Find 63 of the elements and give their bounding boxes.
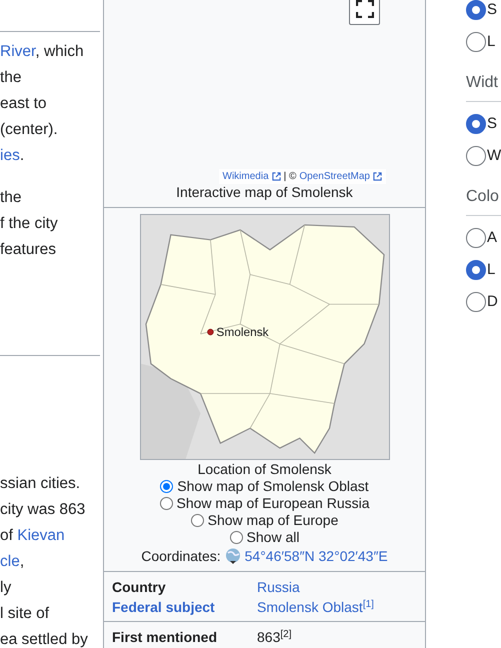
radio-button[interactable] bbox=[466, 114, 486, 134]
map-caption: Interactive map of Smolensk bbox=[175, 184, 354, 202]
radio-button[interactable] bbox=[466, 146, 486, 166]
text-line: features bbox=[0, 240, 58, 260]
article-link[interactable]: River bbox=[0, 43, 36, 60]
radio-button[interactable] bbox=[466, 292, 486, 312]
field-value-link[interactable]: Russia bbox=[257, 577, 300, 597]
map-label: Smolensk bbox=[216, 325, 268, 339]
text-line: f the city bbox=[0, 214, 59, 234]
fullscreen-icon bbox=[356, 0, 374, 18]
article-link[interactable]: cle bbox=[0, 553, 20, 570]
text-line: of Kievan bbox=[0, 526, 66, 546]
coordinates-label: Coordinates: bbox=[141, 547, 221, 566]
external-link-icon bbox=[373, 172, 382, 181]
map-caption: Location of Smolensk bbox=[196, 461, 332, 478]
text-line: ies. bbox=[0, 146, 26, 166]
text-line: ssian cities. bbox=[0, 474, 82, 494]
text-line: cle, bbox=[0, 552, 26, 572]
option-label[interactable]: A bbox=[487, 226, 498, 250]
option-label[interactable]: W bbox=[487, 144, 501, 168]
map-option[interactable]: Show all bbox=[104, 529, 425, 546]
field-label-link[interactable]: Federal subject bbox=[112, 597, 257, 617]
text-line: l site of bbox=[0, 604, 50, 624]
radio-button[interactable] bbox=[230, 531, 243, 544]
external-link-icon bbox=[272, 172, 281, 181]
text-line: ly bbox=[0, 578, 12, 598]
text-line: (center). bbox=[0, 120, 59, 140]
field-label: First mentioned bbox=[112, 628, 218, 647]
article-link[interactable]: Kievan bbox=[17, 527, 65, 544]
radio-button[interactable] bbox=[160, 497, 172, 510]
radio-button[interactable] bbox=[466, 228, 486, 248]
city-marker bbox=[206, 328, 214, 336]
map-option[interactable]: Show map of Europe bbox=[104, 512, 425, 529]
field-value-link[interactable]: Smolensk Oblast$^{[1]}$ bbox=[257, 597, 374, 617]
radio-button[interactable] bbox=[466, 260, 486, 280]
option-label[interactable]: L bbox=[487, 30, 496, 54]
text-line: ea settled by bbox=[0, 630, 89, 648]
text-line: the bbox=[0, 188, 23, 208]
map-option[interactable]: Show map of European Russia bbox=[104, 495, 425, 512]
radio-button[interactable] bbox=[190, 514, 204, 527]
text-line: the bbox=[0, 68, 23, 88]
section-heading: Widt bbox=[466, 68, 501, 102]
radio-button[interactable] bbox=[466, 0, 486, 20]
option-label[interactable]: D bbox=[487, 290, 498, 314]
attribution-text: | © bbox=[284, 170, 296, 184]
section-heading: Colo bbox=[466, 182, 501, 216]
map-option[interactable]: Show map of Smolensk Oblast bbox=[104, 478, 425, 495]
globe-icon[interactable] bbox=[224, 548, 241, 564]
coordinates-link[interactable]: 54°46′58″N 32°02′43″E bbox=[244, 546, 388, 566]
attribution-link[interactable]: Wikimedia bbox=[222, 169, 269, 184]
option-label[interactable]: S bbox=[487, 0, 498, 22]
field-value: 863$^{[2]}$ bbox=[257, 628, 292, 647]
option-label[interactable]: L bbox=[487, 258, 496, 282]
attribution-link[interactable]: OpenStreetMap bbox=[299, 169, 370, 184]
text-line: city was 863 bbox=[0, 500, 86, 520]
text-line: River, which bbox=[0, 42, 85, 62]
option-label[interactable]: S bbox=[487, 112, 498, 136]
article-link[interactable]: ies bbox=[0, 147, 20, 164]
field-label: Country bbox=[112, 578, 167, 597]
text-line: east to bbox=[0, 94, 48, 114]
radio-button[interactable] bbox=[160, 480, 174, 493]
radio-button[interactable] bbox=[466, 32, 486, 52]
fullscreen-button[interactable] bbox=[349, 0, 380, 25]
